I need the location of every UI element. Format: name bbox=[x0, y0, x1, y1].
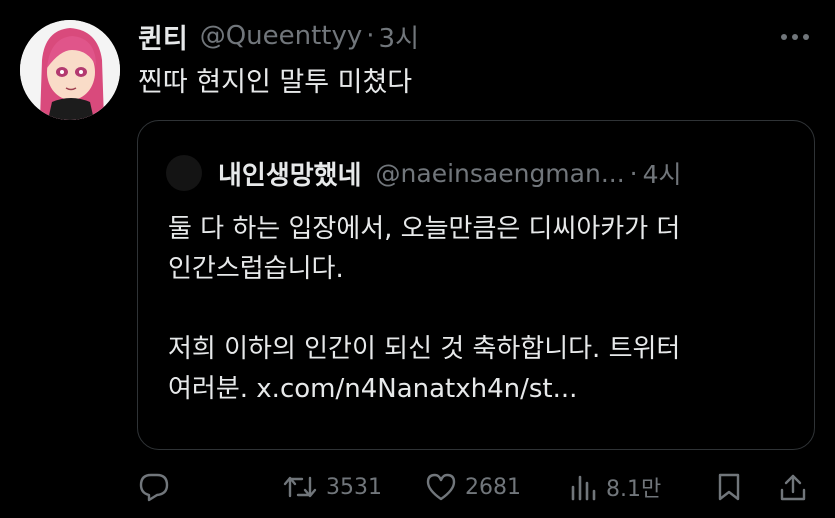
quote-text-line: 저희 이하의 인간이 되신 것 축하합니다. 트위터 bbox=[168, 334, 681, 364]
quoted-tweet[interactable]: 내인생망했네 @naeinsaengman... · 4시 둘 다 하는 입장에… bbox=[137, 120, 815, 450]
quote-text-line: 둘 다 하는 입장에서, 오늘만큼은 디씨아카가 더 bbox=[168, 214, 681, 244]
bookmark-icon bbox=[718, 473, 740, 501]
display-name[interactable]: 퀸티 bbox=[138, 17, 188, 56]
quote-avatar[interactable] bbox=[166, 155, 202, 191]
quote-display-name: 내인생망했네 bbox=[218, 160, 362, 191]
quote-handle: @naeinsaengman... bbox=[375, 158, 625, 188]
views-icon bbox=[571, 475, 596, 501]
reply-icon bbox=[139, 473, 169, 502]
bookmark-button[interactable] bbox=[715, 470, 743, 504]
quote-text-line: 인간스럽습니다. bbox=[168, 254, 344, 284]
view-count: 8.1만 bbox=[606, 477, 662, 502]
quote-timestamp: 4시 bbox=[642, 160, 682, 189]
reply-button[interactable] bbox=[138, 470, 170, 504]
separator-dot: · bbox=[629, 158, 638, 188]
views-button[interactable]: 8.1만 bbox=[568, 470, 661, 504]
retweet-button[interactable]: 3531 bbox=[282, 470, 382, 504]
avatar[interactable] bbox=[20, 20, 120, 120]
paragraph-break bbox=[168, 289, 808, 329]
quote-header: 내인생망했네 @naeinsaengman... · 4시 bbox=[218, 153, 682, 193]
share-icon bbox=[780, 474, 806, 501]
separator-dot: · bbox=[366, 21, 375, 51]
tweet[interactable]: 퀸티 @Queenttyy · 3시 찐따 현지인 말투 미쳤다 내인생망했네 … bbox=[0, 0, 835, 518]
tweet-text: 찐따 현지인 말투 미쳤다 bbox=[138, 67, 413, 98]
quote-text-line: 여러분. x.com/n4Nanatxh4n/st... bbox=[168, 374, 578, 404]
timestamp[interactable]: 3시 bbox=[379, 18, 419, 55]
retweet-icon bbox=[283, 476, 317, 498]
retweet-count: 3531 bbox=[326, 474, 382, 500]
like-count: 2681 bbox=[465, 474, 521, 500]
action-bar: 3531 2681 8.1만 bbox=[0, 462, 835, 512]
share-button[interactable] bbox=[778, 470, 808, 504]
more-icon bbox=[781, 34, 809, 40]
like-button[interactable]: 2681 bbox=[425, 470, 521, 504]
more-button[interactable] bbox=[777, 22, 813, 52]
tweet-header: 퀸티 @Queenttyy · 3시 bbox=[138, 16, 419, 56]
heart-icon bbox=[426, 473, 456, 501]
quote-text: 둘 다 하는 입장에서, 오늘만큼은 디씨아카가 더 인간스럽습니다. 저희 이… bbox=[168, 209, 808, 409]
user-handle[interactable]: @Queenttyy bbox=[200, 21, 363, 51]
